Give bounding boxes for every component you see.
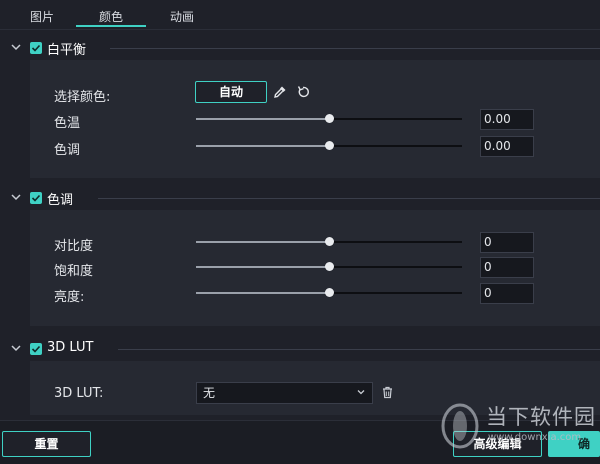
temperature-input[interactable]: 0.00 [480,109,534,130]
slider-fill [196,241,329,243]
lut-selected-value: 无 [203,386,216,400]
lut-label: 3D LUT: [54,386,104,401]
tab-bar: 图片 颜色 动画 [0,0,600,30]
slider-thumb[interactable] [325,114,334,123]
watermark-logo-icon [441,403,479,449]
chevron-down-icon[interactable] [10,191,22,203]
watermark-text: 当下软件园 [486,405,596,429]
lut-title: 3D LUT [47,340,94,355]
brightness-slider[interactable] [196,288,462,297]
chevron-down-icon[interactable] [10,41,22,53]
divider [98,198,600,199]
brightness-input[interactable]: 0 [480,283,534,304]
divider [110,48,600,49]
tone-checkbox[interactable] [30,192,42,204]
tone-title: 色调 [47,193,74,208]
check-icon [31,44,41,52]
saturation-input[interactable]: 0 [480,257,534,278]
chevron-down-icon [357,390,365,395]
slider-fill [196,266,329,268]
slider-fill [196,118,329,120]
eyedropper-icon[interactable] [273,85,287,99]
lut-checkbox[interactable] [30,343,42,355]
slider-thumb[interactable] [325,237,334,246]
saturation-label: 饱和度 [54,264,94,279]
temperature-label: 色温 [54,116,81,131]
slider-fill [196,292,329,294]
white-balance-header: 白平衡 [0,37,600,61]
white-balance-title: 白平衡 [47,43,87,58]
auto-button[interactable]: 自动 [195,81,267,103]
check-icon [31,345,41,353]
temperature-slider[interactable] [196,114,462,123]
watermark-url: www.downxia.com [488,432,582,443]
chevron-down-icon[interactable] [10,342,22,354]
tab-image[interactable]: 图片 [30,8,54,25]
slider-thumb[interactable] [325,141,334,150]
white-balance-checkbox[interactable] [30,42,42,54]
slider-thumb[interactable] [325,288,334,297]
tone-header: 色调 [0,187,600,211]
contrast-input[interactable]: 0 [480,232,534,253]
tab-color[interactable]: 颜色 [99,8,123,25]
tint-label: 色调 [54,143,81,158]
slider-thumb[interactable] [325,262,334,271]
active-tab-indicator [76,25,146,27]
lut-select[interactable]: 无 [196,382,373,404]
reset-button[interactable]: 重置 [2,431,91,457]
divider [118,349,600,350]
tint-slider[interactable] [196,141,462,150]
check-icon [31,194,41,202]
tint-input[interactable]: 0.00 [480,136,534,157]
lut-header: 3D LUT [0,338,600,362]
contrast-label: 对比度 [54,239,94,254]
select-color-label: 选择颜色: [54,90,111,105]
contrast-slider[interactable] [196,237,462,246]
watermark: 当下软件园 www.downxia.com [436,398,596,458]
trash-icon[interactable] [381,386,394,399]
tab-animation[interactable]: 动画 [170,8,194,25]
slider-fill [196,145,329,147]
brightness-label: 亮度: [54,290,85,305]
saturation-slider[interactable] [196,262,462,271]
reset-icon[interactable] [296,85,310,99]
